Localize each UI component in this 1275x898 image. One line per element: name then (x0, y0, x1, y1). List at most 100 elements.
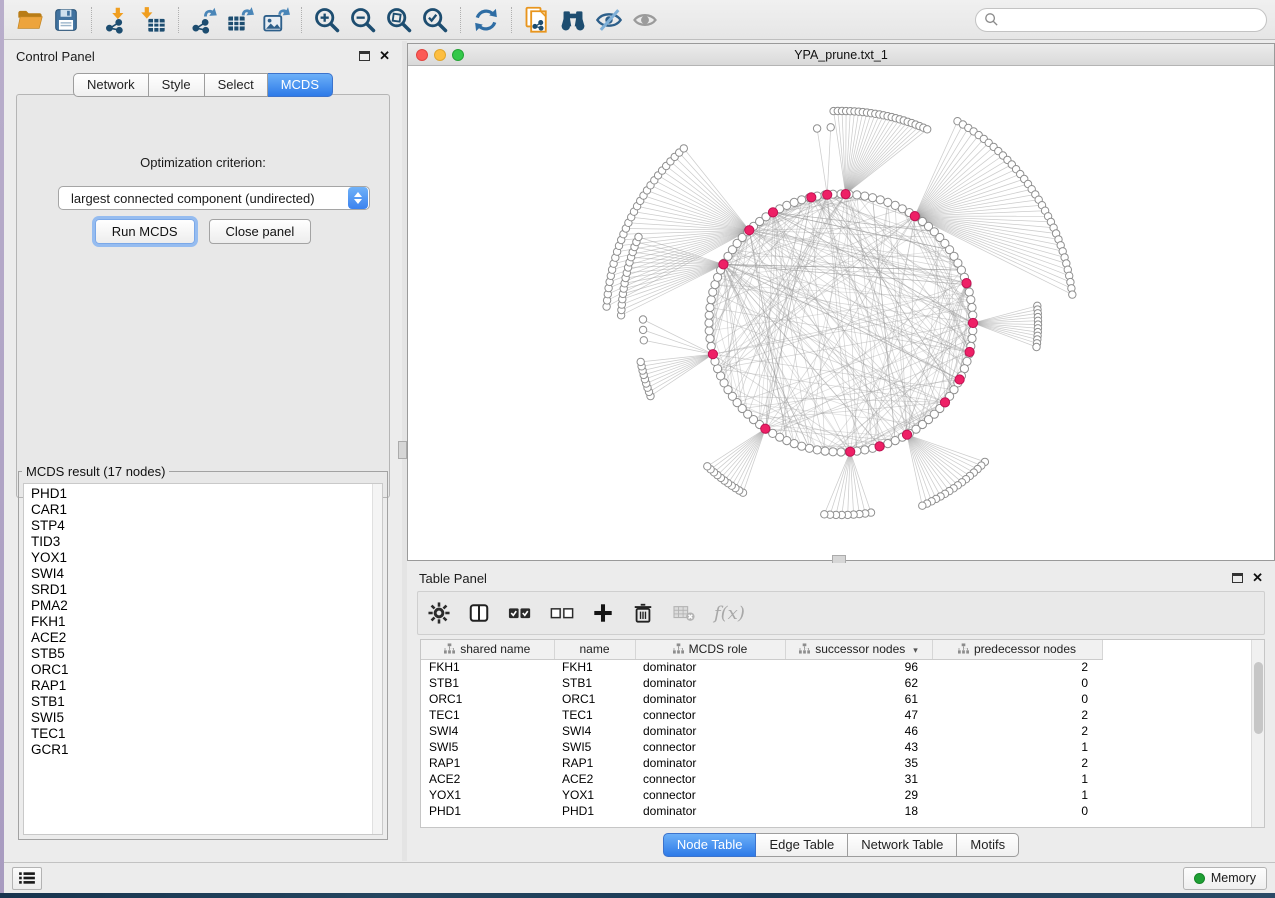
network-canvas[interactable] (408, 66, 1274, 560)
import-table-icon[interactable] (136, 4, 170, 36)
open-folder-icon[interactable] (13, 4, 47, 36)
table-cell[interactable]: 2 (932, 723, 1102, 739)
mcds-result-item[interactable]: RAP1 (31, 678, 382, 694)
graph-node[interactable] (704, 463, 711, 470)
graph-mcds-node[interactable] (875, 442, 884, 451)
graph-node[interactable] (709, 288, 717, 296)
add-row-icon[interactable] (592, 602, 614, 624)
table-cell[interactable]: dominator (635, 723, 785, 739)
table-row[interactable]: SWI5SWI5connector431 (421, 739, 1102, 755)
graph-node[interactable] (637, 358, 644, 365)
table-cell[interactable]: SWI4 (554, 723, 635, 739)
graph-node[interactable] (705, 327, 713, 335)
graph-mcds-node[interactable] (768, 208, 777, 217)
table-cell[interactable]: 96 (785, 659, 932, 675)
table-row[interactable]: SWI4SWI4dominator462 (421, 723, 1102, 739)
table-cell[interactable]: 1 (932, 771, 1102, 787)
graph-node[interactable] (853, 191, 861, 199)
graph-mcds-node[interactable] (823, 190, 832, 199)
graph-node[interactable] (680, 145, 687, 152)
graph-node[interactable] (705, 311, 713, 319)
table-cell[interactable]: 2 (932, 659, 1102, 675)
column-header-shared-name[interactable]: shared name (421, 640, 554, 659)
table-row[interactable]: TEC1TEC1connector472 (421, 707, 1102, 723)
table-row[interactable]: STB1STB1dominator620 (421, 675, 1102, 691)
table-cell[interactable]: SWI5 (554, 739, 635, 755)
mcds-result-item[interactable]: SRD1 (31, 582, 382, 598)
graph-node[interactable] (805, 444, 813, 452)
mcds-result-item[interactable]: TID3 (31, 534, 382, 550)
close-panel-button[interactable]: Close panel (209, 219, 312, 244)
table-cell[interactable]: connector (635, 787, 785, 803)
vertical-splitter-handle[interactable] (398, 441, 407, 459)
task-history-button[interactable] (12, 867, 42, 890)
table-cell[interactable]: 29 (785, 787, 932, 803)
graph-mcds-node[interactable] (902, 430, 911, 439)
graph-mcds-node[interactable] (955, 375, 964, 384)
network-window-titlebar[interactable]: YPA_prune.txt_1 (408, 44, 1274, 66)
table-cell[interactable]: 35 (785, 755, 932, 771)
graph-node[interactable] (876, 196, 884, 204)
graph-node[interactable] (707, 342, 715, 350)
delete-row-icon[interactable] (632, 602, 654, 624)
search-box[interactable] (975, 8, 1267, 32)
graph-node[interactable] (640, 337, 647, 344)
graph-node[interactable] (861, 446, 869, 454)
tab-mcds[interactable]: MCDS (268, 73, 333, 97)
close-panel-icon[interactable]: ✕ (1252, 573, 1263, 583)
table-cell[interactable]: STB1 (421, 675, 554, 691)
graph-mcds-node[interactable] (962, 279, 971, 288)
table-cell[interactable]: TEC1 (421, 707, 554, 723)
graph-node[interactable] (798, 196, 806, 204)
table-cell[interactable]: STB1 (554, 675, 635, 691)
table-row[interactable]: RAP1RAP1dominator352 (421, 755, 1102, 771)
table-cell[interactable]: dominator (635, 659, 785, 675)
graph-node[interactable] (1069, 291, 1076, 298)
settings-gear-icon[interactable] (428, 602, 450, 624)
memory-button[interactable]: Memory (1183, 867, 1267, 890)
table-cell[interactable]: connector (635, 707, 785, 723)
save-session-icon[interactable] (49, 4, 83, 36)
table-row[interactable]: ACE2ACE2connector311 (421, 771, 1102, 787)
table-row[interactable]: PHD1PHD1dominator180 (421, 803, 1102, 819)
column-header-MCDS-role[interactable]: MCDS role (635, 640, 785, 659)
graph-node[interactable] (813, 446, 821, 454)
search-input[interactable] (1004, 13, 1258, 27)
mcds-result-item[interactable]: TEC1 (31, 726, 382, 742)
close-panel-icon[interactable]: ✕ (379, 51, 390, 61)
table-cell[interactable]: FKH1 (421, 659, 554, 675)
table-cell[interactable]: YOX1 (421, 787, 554, 803)
export-table-icon[interactable] (223, 4, 257, 36)
criterion-dropdown[interactable]: largest connected component (undirected) (58, 186, 370, 210)
table-cell[interactable]: 2 (932, 755, 1102, 771)
graph-node[interactable] (827, 124, 834, 131)
graph-node[interactable] (798, 442, 806, 450)
graph-mcds-node[interactable] (745, 226, 754, 235)
table-cell[interactable]: 18 (785, 803, 932, 819)
mcds-result-item[interactable]: STB1 (31, 694, 382, 710)
tab-node-table[interactable]: Node Table (663, 833, 757, 857)
column-header-successor-nodes[interactable]: successor nodes▾ (785, 640, 932, 659)
clone-network-icon[interactable] (520, 4, 554, 36)
graph-node[interactable] (639, 326, 646, 333)
table-cell[interactable]: ACE2 (554, 771, 635, 787)
table-cell[interactable]: 0 (932, 803, 1102, 819)
table-cell[interactable]: dominator (635, 675, 785, 691)
graph-node[interactable] (706, 334, 714, 342)
table-row[interactable]: ORC1ORC1dominator610 (421, 691, 1102, 707)
graph-node[interactable] (707, 296, 715, 304)
export-network-icon[interactable] (187, 4, 221, 36)
export-image-icon[interactable] (259, 4, 293, 36)
table-cell[interactable]: YOX1 (554, 787, 635, 803)
table-cell[interactable]: 61 (785, 691, 932, 707)
graph-node[interactable] (821, 447, 829, 455)
table-cell[interactable]: RAP1 (421, 755, 554, 771)
mcds-result-item[interactable]: FKH1 (31, 614, 382, 630)
graph-node[interactable] (1033, 343, 1040, 350)
graph-mcds-node[interactable] (940, 398, 949, 407)
column-header-predecessor-nodes[interactable]: predecessor nodes (932, 640, 1102, 659)
graph-node[interactable] (837, 448, 845, 456)
table-cell[interactable]: FKH1 (554, 659, 635, 675)
zoom-fit-icon[interactable] (382, 4, 416, 36)
graph-node[interactable] (813, 125, 820, 132)
